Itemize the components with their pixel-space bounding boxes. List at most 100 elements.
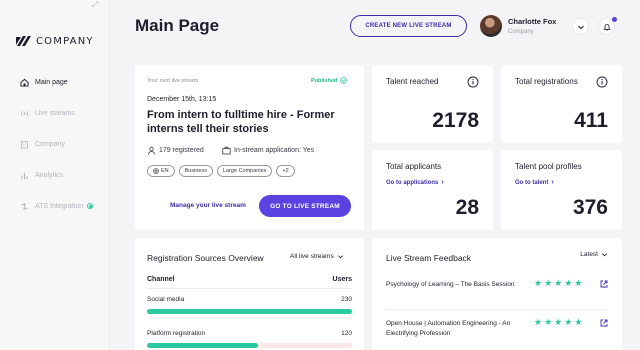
sort-dropdown[interactable]: Latest	[580, 251, 608, 258]
star-icon: ★	[544, 317, 555, 327]
star-icon: ★	[564, 278, 575, 288]
divider	[147, 288, 352, 289]
star-icon: ★	[544, 278, 555, 288]
logo-mark-icon	[16, 36, 31, 46]
rating-stars: ★★★★★	[534, 278, 584, 289]
rating-stars: ★★★★★	[534, 317, 584, 328]
go-to-talent-link[interactable]: Go to talent ›	[515, 179, 554, 186]
stream-title: From intern to fulltime hire - Former in…	[147, 109, 335, 135]
stat-value: 2178	[432, 109, 479, 132]
create-live-stream-button[interactable]: CREATE NEW LIVE STREAM	[350, 15, 467, 37]
bell-icon	[602, 23, 611, 30]
info-icon[interactable]	[596, 76, 608, 88]
tag-more[interactable]: +2	[276, 165, 295, 177]
star-icon: ★	[554, 317, 565, 327]
link-text: Go to talent	[515, 179, 549, 186]
sidebar-item-label: Company	[35, 140, 65, 148]
broadcast-icon	[20, 110, 29, 116]
section-title: Live Stream Feedback	[386, 253, 472, 263]
sidebar-item-ats-integration[interactable]: ATS Integration	[20, 200, 94, 212]
star-icon: ★	[564, 317, 575, 327]
star-icon: ★	[534, 317, 545, 327]
company-logo[interactable]: COMPANY	[15, 34, 94, 48]
live-stream-feedback-card: Live Stream Feedback Latest Psychology o…	[372, 238, 622, 350]
stat-value: 376	[572, 196, 608, 219]
column-header-users: Users	[332, 276, 352, 283]
user-name: Charlotte Fox	[508, 17, 557, 26]
source-users: 120	[341, 330, 352, 337]
filter-value: All live streams	[290, 253, 334, 260]
notification-badge	[612, 17, 617, 22]
info-icon[interactable]	[467, 76, 479, 88]
sidebar-item-label: Live streams	[35, 109, 75, 117]
bar-chart-icon	[21, 172, 28, 179]
sidebar-item-company[interactable]: Company	[20, 138, 93, 150]
in-stream-application: In-stream application: Yes	[222, 146, 314, 155]
go-to-applications-link[interactable]: Go to applications ›	[386, 179, 444, 186]
source-users: 230	[341, 296, 352, 303]
registered-text: 179 registered	[159, 147, 204, 154]
avatar[interactable]	[480, 15, 502, 37]
building-icon	[20, 140, 29, 149]
stat-label: Total registrations	[515, 77, 578, 86]
sidebar-item-analytics[interactable]: Analytics	[20, 169, 93, 181]
tag-text: EN	[161, 168, 169, 174]
chevron-right-icon: ›	[441, 179, 444, 186]
stat-label: Total applicants	[386, 162, 442, 171]
registered-count: 179 registered	[147, 146, 204, 155]
check-circle-icon	[340, 77, 348, 84]
integration-icon	[20, 202, 29, 210]
chevron-right-icon: ›	[551, 179, 554, 186]
section-title: Registration Sources Overview	[147, 253, 264, 263]
source-bar-fill	[147, 309, 352, 314]
briefcase-icon	[222, 146, 231, 155]
source-channel: Platform registration	[147, 330, 206, 337]
status-text: Published	[311, 77, 338, 84]
feedback-stream-title: Psychology of Learning – The Basis Sessi…	[386, 281, 515, 288]
total-applicants-card: Total applicants Go to applications › 28	[372, 150, 493, 230]
status-dot-icon	[87, 203, 94, 209]
collapse-icon[interactable]: ⤢	[92, 0, 102, 9]
external-link-icon[interactable]	[600, 319, 608, 327]
talent-pool-card: Talent pool profiles Go to talent › 376	[501, 150, 622, 230]
link-text: Go to applications	[386, 179, 439, 186]
home-icon	[20, 78, 29, 87]
stat-value: 28	[455, 196, 479, 219]
external-link-icon[interactable]	[600, 280, 608, 288]
sidebar-item-live-streams[interactable]: Live streams	[20, 107, 93, 119]
globe-icon	[153, 168, 159, 174]
stream-filter-dropdown[interactable]: All live streams	[290, 253, 344, 260]
talent-reached-card: Talent reached 2178	[372, 65, 493, 143]
total-registrations-card: Total registrations 411	[501, 65, 622, 143]
logo-text: COMPANY	[36, 35, 94, 47]
page-title: Main Page	[135, 16, 220, 35]
user-company: Company	[508, 29, 534, 35]
stream-date: December 15th, 13:15	[147, 96, 217, 103]
sidebar: ⤢ COMPANY Main page Live streams Company…	[0, 0, 110, 350]
sidebar-item-main-page[interactable]: Main page	[20, 76, 93, 88]
sort-value: Latest	[580, 251, 598, 258]
sidebar-item-label: Analytics	[35, 171, 64, 179]
go-to-live-stream-button[interactable]: GO TO LIVE STREAM	[259, 195, 351, 217]
source-bar-track	[147, 343, 352, 348]
tag-language: EN	[147, 165, 175, 177]
tag-large-companies: Large Companies	[216, 165, 273, 177]
user-menu-button[interactable]	[572, 18, 589, 35]
sidebar-item-label: Main page	[35, 78, 68, 86]
stat-label: Talent pool profiles	[515, 162, 582, 171]
stat-label: Talent reached	[386, 77, 439, 86]
source-bar-track	[147, 309, 352, 314]
tag-business: Business	[178, 165, 213, 177]
stat-value: 411	[574, 109, 608, 132]
status-badge: Published	[311, 77, 348, 84]
star-icon: ★	[554, 278, 565, 288]
source-channel: Social media	[147, 296, 185, 303]
chevron-down-icon	[337, 255, 343, 259]
manage-live-stream-link[interactable]: Manage your live stream	[170, 202, 246, 209]
star-icon: ★	[574, 278, 585, 288]
chevron-down-icon	[602, 253, 607, 257]
next-stream-label: Your next live stream	[147, 78, 199, 84]
chevron-down-icon	[577, 25, 584, 29]
sidebar-item-label: ATS Integration	[35, 202, 84, 210]
sidebar-nav: Main page Live streams Company Analytics…	[20, 76, 94, 231]
